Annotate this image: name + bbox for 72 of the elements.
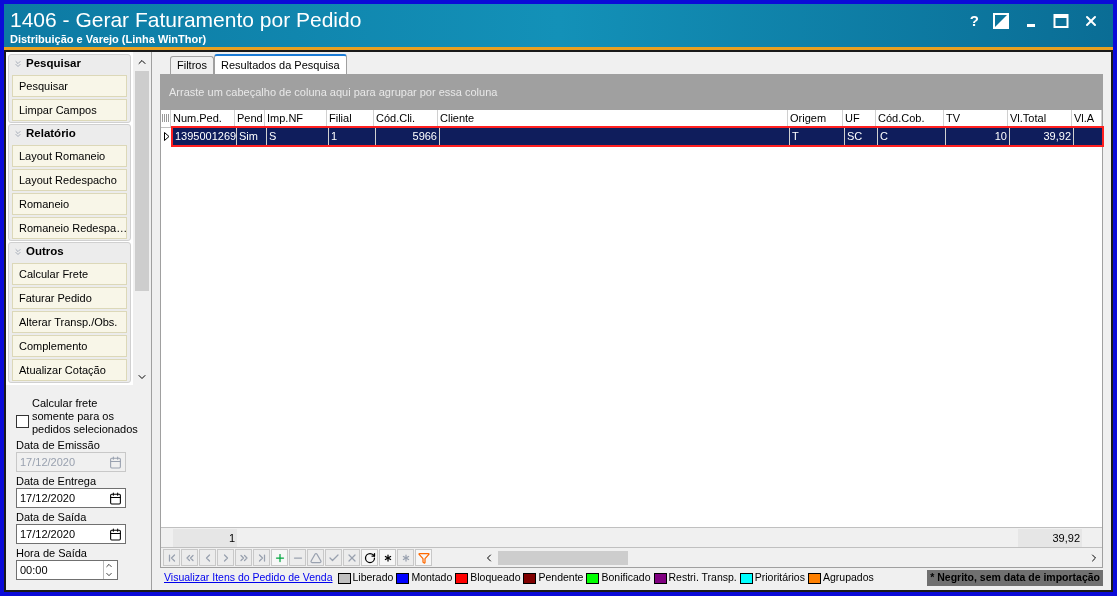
checkbox[interactable] bbox=[16, 415, 29, 428]
field-label: Data de Emissão bbox=[16, 439, 101, 452]
plus-button[interactable] bbox=[271, 549, 288, 566]
sidebar-button[interactable]: Pesquisar bbox=[12, 75, 127, 97]
table-cell: S bbox=[267, 128, 329, 145]
sidebar-button[interactable]: Atualizar Cotação bbox=[12, 359, 127, 381]
column-chooser-icon[interactable] bbox=[162, 114, 169, 123]
window-title: 1406 - Gerar Faturamento por Pedido bbox=[10, 7, 362, 33]
table-cell: 1 bbox=[329, 128, 376, 145]
table-cell: SC bbox=[845, 128, 878, 145]
date-field[interactable]: 17/12/2020 bbox=[16, 488, 126, 508]
table-cell: 39,92 bbox=[1010, 128, 1074, 145]
sidebar-button[interactable]: Faturar Pedido bbox=[12, 287, 127, 309]
help-button[interactable]: ? bbox=[969, 13, 979, 29]
collapse-icon[interactable] bbox=[13, 247, 23, 257]
filter-icon bbox=[417, 551, 430, 564]
collapse-icon[interactable] bbox=[13, 129, 23, 139]
sidebar-button[interactable]: Calcular Frete bbox=[12, 263, 127, 285]
legend-label: Liberado bbox=[352, 570, 394, 586]
sidebar-button[interactable]: Alterar Transp./Obs. bbox=[12, 311, 127, 333]
date-field[interactable]: 17/12/2020 bbox=[16, 524, 126, 544]
tab[interactable]: Filtros bbox=[170, 56, 214, 74]
time-field[interactable]: 00:00 bbox=[16, 560, 118, 580]
legend-label: Pendente bbox=[538, 570, 584, 586]
close-icon[interactable] bbox=[1083, 13, 1099, 29]
sidebar-button[interactable]: Romaneio Redespa… bbox=[12, 217, 127, 239]
legend-label: Agrupados bbox=[822, 570, 874, 586]
checkbox-label[interactable]: Calcular frete somente para os pedidos selecionados bbox=[32, 397, 141, 436]
table-cell: C bbox=[878, 128, 946, 145]
summary-cell: 39,92 bbox=[1018, 528, 1082, 547]
link[interactable]: Visualizar Itens do Pedido de Venda bbox=[164, 570, 333, 586]
table-cell: T bbox=[790, 128, 845, 145]
filter-button[interactable] bbox=[415, 549, 432, 566]
scroll-thumb[interactable] bbox=[135, 71, 149, 291]
field-label: Data de Entrega bbox=[16, 475, 98, 488]
note-label: * Negrito, sem data de importação bbox=[927, 570, 1103, 586]
calendar-icon[interactable] bbox=[109, 491, 122, 505]
table-cell: 5966 bbox=[376, 128, 440, 145]
sidebar-button[interactable]: Complemento bbox=[12, 335, 127, 357]
collapse-icon[interactable] bbox=[13, 59, 23, 69]
theme-icon[interactable] bbox=[993, 13, 1009, 29]
sidebar-button[interactable]: Romaneio bbox=[12, 193, 127, 215]
group-title[interactable]: Outros bbox=[26, 243, 64, 261]
window-subtitle: Distribuição e Varejo (Linha WinThor) bbox=[10, 33, 208, 46]
table-cell: 10 bbox=[946, 128, 1010, 145]
table-cell: Sim bbox=[237, 128, 267, 145]
group-hint: Arraste um cabeçalho de coluna aqui para agrupar por essa coluna bbox=[169, 85, 498, 101]
summary-cell: 1 bbox=[173, 528, 237, 547]
maximize-icon[interactable] bbox=[1053, 13, 1069, 29]
plus-icon bbox=[273, 551, 286, 564]
asterisk-button[interactable] bbox=[379, 549, 396, 566]
scroll-thumb[interactable] bbox=[498, 550, 628, 565]
sidebar-button[interactable]: Limpar Campos bbox=[12, 99, 127, 121]
sidebar-button[interactable]: Layout Romaneio bbox=[12, 145, 127, 167]
tab[interactable]: Resultados da Pesquisa bbox=[213, 54, 347, 74]
refresh-icon bbox=[363, 551, 376, 564]
legend-label: Montado bbox=[411, 570, 453, 586]
refresh-button[interactable] bbox=[361, 549, 378, 566]
legend-label: Restri. Transp. bbox=[668, 570, 737, 586]
sidebar-button[interactable]: Layout Redespacho bbox=[12, 169, 127, 191]
row-indicator-icon bbox=[164, 132, 170, 141]
legend-label: Bloqueado bbox=[470, 570, 521, 586]
calendar-icon[interactable] bbox=[109, 527, 122, 541]
triangle-icon bbox=[309, 551, 322, 564]
group-title[interactable]: Relatório bbox=[26, 125, 76, 143]
table-row[interactable]: 1395001269 Sim S 1 5966 T SC C 10 39,92 bbox=[173, 128, 1102, 145]
table-cell: 1395001269 bbox=[173, 128, 237, 145]
legend-label: Prioritários bbox=[754, 570, 805, 586]
field-label: Data de Saída bbox=[16, 511, 88, 524]
legend-label: Bonificado bbox=[601, 570, 651, 586]
group-title[interactable]: Pesquisar bbox=[26, 55, 81, 73]
field-label: Hora de Saída bbox=[16, 547, 88, 560]
